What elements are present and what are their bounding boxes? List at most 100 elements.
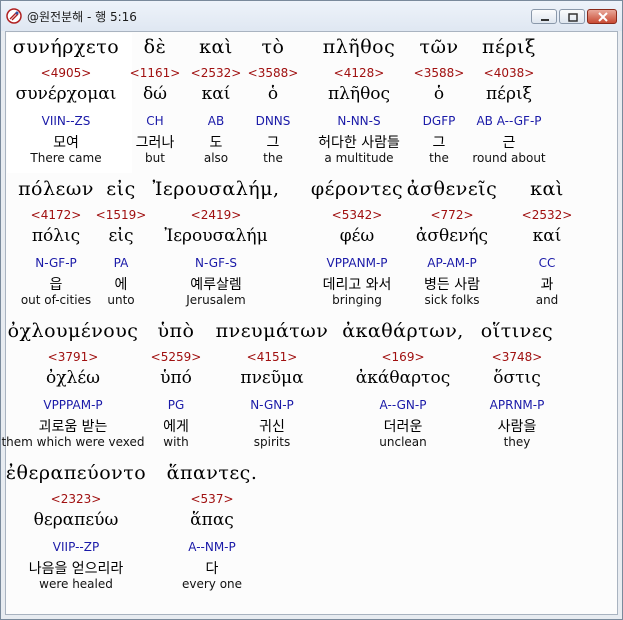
korean-gloss: 에: [114, 277, 128, 293]
strong-number[interactable]: <2323>: [51, 492, 102, 506]
greek-word[interactable]: φέροντες: [311, 178, 403, 200]
strong-number[interactable]: <3748>: [492, 350, 543, 364]
parse-code: N-GF-P: [35, 256, 77, 270]
window-title: @원전분해 - 행 5:16: [27, 10, 137, 24]
parse-code: APRNM-P: [489, 398, 545, 412]
strong-number[interactable]: <2532>: [191, 66, 242, 80]
korean-gloss: 허다한 사람들: [318, 135, 400, 151]
strong-number[interactable]: <3588>: [248, 66, 299, 80]
greek-word[interactable]: Ἰερουσαλήμ,: [152, 178, 279, 200]
scroll-seal-icon[interactable]: [6, 8, 22, 24]
korean-gloss: 과: [540, 277, 554, 293]
strong-number[interactable]: <537>: [190, 492, 233, 506]
strong-number[interactable]: <1161>: [130, 66, 181, 80]
korean-gloss: 예루살렘: [190, 277, 242, 293]
strong-number[interactable]: <1519>: [96, 208, 147, 222]
korean-gloss: 괴로움 받는: [38, 419, 108, 435]
korean-gloss: 귀신: [259, 419, 285, 435]
lemma-word: ὁ: [267, 84, 279, 104]
parse-code: N-GN-P: [250, 398, 294, 412]
strong-number[interactable]: <2532>: [522, 208, 573, 222]
korean-gloss: 병든 사람: [424, 277, 480, 293]
korean-gloss: 그러나: [135, 135, 175, 151]
greek-word[interactable]: ὀχλουμένους: [8, 320, 139, 342]
greek-word[interactable]: εἰς: [106, 178, 135, 200]
greek-word[interactable]: συνήρχετο: [13, 36, 119, 58]
english-gloss: bringing: [332, 293, 382, 307]
english-gloss: and: [535, 293, 559, 307]
english-gloss: also: [203, 151, 229, 165]
lemma-word: δώ: [142, 84, 168, 104]
close-icon: [598, 12, 608, 22]
greek-word[interactable]: ὑπὸ: [158, 320, 195, 342]
greek-word[interactable]: ἐθεραπεύοντο: [6, 462, 146, 484]
english-gloss: There came: [30, 151, 102, 165]
minimize-icon: [541, 19, 549, 21]
english-gloss: unclean: [379, 435, 427, 449]
maximize-button[interactable]: [559, 9, 585, 24]
strong-number[interactable]: <4172>: [31, 208, 82, 222]
greek-word[interactable]: πέριξ: [482, 36, 536, 58]
english-gloss: every one: [181, 577, 243, 591]
strong-number[interactable]: <5342>: [332, 208, 383, 222]
greek-word[interactable]: καὶ: [530, 178, 564, 200]
maximize-icon: [568, 13, 578, 22]
strong-number[interactable]: <4038>: [484, 66, 535, 80]
lemma-word: ἀκάθαρτος: [355, 368, 451, 388]
strong-number[interactable]: <4905>: [41, 66, 92, 80]
parse-code: A--NM-P: [188, 540, 236, 554]
english-gloss: out of-cities: [20, 293, 92, 307]
close-button[interactable]: [587, 9, 617, 24]
english-gloss: them which were vexed: [1, 435, 145, 449]
interlinear-view[interactable]: συνήρχετο <4905> συνέρχομαι VIIN--ZS 모여 There…: [1, 31, 618, 615]
english-gloss: a multitude: [324, 151, 394, 165]
english-gloss: round about: [472, 151, 546, 165]
parse-code: VIIN--ZS: [41, 114, 91, 128]
korean-gloss: 모여: [53, 135, 79, 151]
lemma-word: θεραπεύω: [33, 510, 119, 530]
parse-code: A--GN-P: [379, 398, 427, 412]
parse-code: AP-AM-P: [427, 256, 477, 270]
app-window: @원전분해 - 행 5:16 συνήρχετο <4905> συνέρχομαι…: [0, 0, 623, 620]
parse-code: VIIP--ZP: [52, 540, 100, 554]
greek-word[interactable]: πόλεων: [18, 178, 94, 200]
strong-number[interactable]: <5259>: [151, 350, 202, 364]
lemma-word: ὀχλέω: [46, 368, 100, 388]
strong-number[interactable]: <2419>: [191, 208, 242, 222]
english-gloss: were healed: [39, 577, 113, 591]
lemma-word: ὁ: [433, 84, 445, 104]
parse-code: DNNS: [255, 114, 291, 128]
english-gloss: with: [163, 435, 189, 449]
strong-number[interactable]: <169>: [381, 350, 424, 364]
parse-code: CH: [146, 114, 164, 128]
greek-word[interactable]: τῶν: [419, 36, 458, 58]
title-bar[interactable]: @원전분해 - 행 5:16: [1, 1, 622, 31]
greek-word[interactable]: πλῆθος: [323, 36, 395, 58]
greek-word[interactable]: ἀκαθάρτων,: [342, 320, 464, 342]
lemma-word: ὅστις: [493, 368, 541, 388]
greek-word[interactable]: δὲ: [144, 36, 167, 58]
parse-code: PA: [113, 256, 129, 270]
lemma-word: Ἰερουσαλήμ: [164, 226, 268, 246]
strong-number[interactable]: <3791>: [48, 350, 99, 364]
strong-number[interactable]: <3588>: [414, 66, 465, 80]
english-gloss: unto: [107, 293, 135, 307]
korean-gloss: 다: [205, 561, 219, 577]
parse-code: VPPANM-P: [326, 256, 388, 270]
greek-word[interactable]: ἅπαντες.: [167, 462, 258, 484]
minimize-button[interactable]: [531, 9, 557, 24]
strong-number[interactable]: <772>: [430, 208, 473, 222]
korean-gloss: 도: [209, 135, 223, 151]
lemma-word: ἀσθενής: [415, 226, 489, 246]
strong-number[interactable]: <4128>: [334, 66, 385, 80]
greek-word[interactable]: ἀσθενεῖς: [407, 178, 498, 200]
parse-code: N-GF-S: [195, 256, 237, 270]
english-gloss: Jerusalem: [186, 293, 246, 307]
strong-number[interactable]: <4151>: [247, 350, 298, 364]
greek-word[interactable]: τὸ: [262, 36, 285, 58]
lemma-word: πέριξ: [485, 84, 533, 104]
greek-word[interactable]: καὶ: [199, 36, 233, 58]
greek-word[interactable]: οἵτινες: [481, 320, 553, 342]
greek-word[interactable]: πνευμάτων: [216, 320, 329, 342]
parse-code: VPPPAM-P: [43, 398, 103, 412]
